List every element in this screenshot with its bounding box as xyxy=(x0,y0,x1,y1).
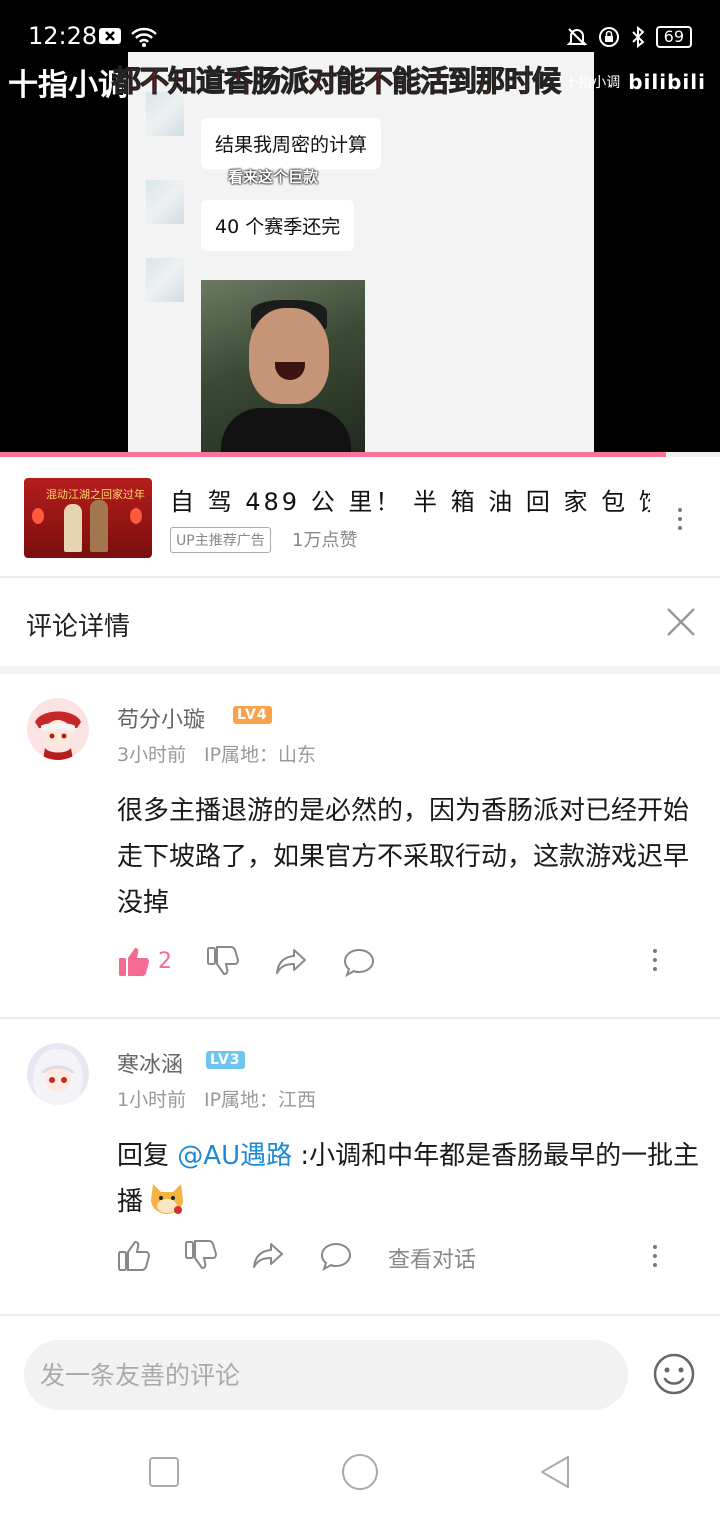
comment-text: 回复 @AU遇路 :小调和中年都是香肠最早的一批主播 xyxy=(117,1133,707,1225)
comment-icon[interactable] xyxy=(319,1239,353,1273)
divider xyxy=(0,1314,720,1316)
comment-input[interactable] xyxy=(24,1340,628,1410)
chat-bubble: 40 个赛季还完 xyxy=(201,200,355,251)
status-bar: 12:28 69 xyxy=(0,18,720,58)
doge-emoji-icon xyxy=(151,1184,184,1214)
comment-username[interactable]: 苟分小璇 xyxy=(117,702,205,734)
ad-title: 自 驾 489 公 里！ 半 箱 油 回 家 包 饺 砸 ... xyxy=(170,488,650,516)
thumb-up-icon[interactable] xyxy=(117,945,151,979)
close-box-icon xyxy=(99,28,121,44)
thumb-up-icon[interactable] xyxy=(117,1239,151,1273)
blurred-avatar xyxy=(146,258,184,302)
wifi-icon xyxy=(131,27,157,47)
video-overlay-title: 十指小调 xyxy=(8,68,128,103)
blurred-avatar xyxy=(146,180,184,224)
comment-ip: IP属地：江西 xyxy=(204,1089,317,1111)
lock-icon xyxy=(598,27,619,47)
watermark-text: 十指小调 xyxy=(564,75,621,91)
like-count: 2 xyxy=(158,949,172,974)
page-title: 评论详情 xyxy=(26,612,131,642)
thumb-down-icon[interactable] xyxy=(184,1239,218,1273)
home-icon[interactable] xyxy=(340,1452,380,1492)
thumb-down-icon[interactable] xyxy=(206,945,240,979)
system-nav-bar xyxy=(0,1430,720,1520)
comment-text: 很多主播退游的是必然的，因为香肠派对已经开始走下坡路了，如果官方不采取行动，这款… xyxy=(117,796,690,918)
ad-likes: 1万点赞 xyxy=(292,530,358,551)
view-conversation-link[interactable]: 查看对话 xyxy=(388,1242,476,1274)
chat-bubble: 结果我周密的计算 xyxy=(201,118,382,169)
comment-ip: IP属地：山东 xyxy=(204,744,317,766)
meme-caption: 看来这个巨款 xyxy=(228,168,319,186)
comment-detail-header: 评论详情 xyxy=(0,578,720,666)
close-icon[interactable] xyxy=(666,607,696,637)
status-time: 12:28 xyxy=(28,22,98,50)
comment-actions: 查看对话 xyxy=(117,1239,707,1279)
divider xyxy=(0,666,720,674)
comment-actions: 2 xyxy=(117,945,707,985)
battery-indicator: 69 xyxy=(655,26,692,48)
watermark: 十指小调 bilibili xyxy=(564,70,706,94)
share-icon[interactable] xyxy=(251,1239,285,1273)
level-badge: LV3 xyxy=(206,1051,245,1069)
meme-image xyxy=(201,280,365,455)
recent-apps-icon[interactable] xyxy=(148,1456,180,1488)
mention-link[interactable]: @AU遇路 xyxy=(177,1141,292,1171)
comment-time: 1小时前 xyxy=(117,1089,187,1111)
comment-time: 3小时前 xyxy=(117,744,187,766)
share-icon[interactable] xyxy=(274,945,308,979)
avatar[interactable] xyxy=(27,698,89,760)
reply-prefix: 回复 xyxy=(117,1141,170,1171)
level-badge: LV4 xyxy=(233,706,272,724)
bilibili-logo: bilibili xyxy=(628,70,706,94)
comment-username[interactable]: 寒冰涵 xyxy=(117,1047,183,1079)
video-player[interactable]: 12:28 69 结果我周密的计算 40 个赛季还完 看来这个巨款 十指小调 都… xyxy=(0,0,720,455)
video-progress-bar[interactable] xyxy=(0,452,720,457)
mute-bell-icon xyxy=(566,28,588,46)
more-icon[interactable] xyxy=(651,949,659,971)
bluetooth-icon xyxy=(631,26,645,48)
avatar[interactable] xyxy=(27,1043,89,1105)
comment-item: 苟分小璇 LV4 3小时前 IP属地：山东 很多主播退游的是必然的，因为香肠派对… xyxy=(0,674,720,1018)
ad-thumbnail: 混动江湖之回家过年 xyxy=(24,478,152,558)
ad-more-icon[interactable] xyxy=(676,508,684,530)
comment-item: 寒冰涵 LV3 1小时前 IP属地：江西 回复 @AU遇路 :小调和中年都是香肠… xyxy=(0,1019,720,1315)
emoji-icon[interactable] xyxy=(652,1352,696,1396)
ad-card[interactable]: 混动江湖之回家过年 自 驾 489 公 里！ 半 箱 油 回 家 包 饺 砸 .… xyxy=(0,462,720,576)
video-frame: 结果我周密的计算 40 个赛季还完 看来这个巨款 xyxy=(128,52,594,455)
more-icon[interactable] xyxy=(651,1245,659,1267)
back-icon[interactable] xyxy=(538,1454,572,1490)
video-banner-subtitle: 都不知道香肠派对能不能活到那时候 xyxy=(111,64,561,99)
comment-icon[interactable] xyxy=(342,945,376,979)
video-progress-fill xyxy=(0,452,666,457)
ad-tag: UP主推荐广告 xyxy=(170,527,271,553)
